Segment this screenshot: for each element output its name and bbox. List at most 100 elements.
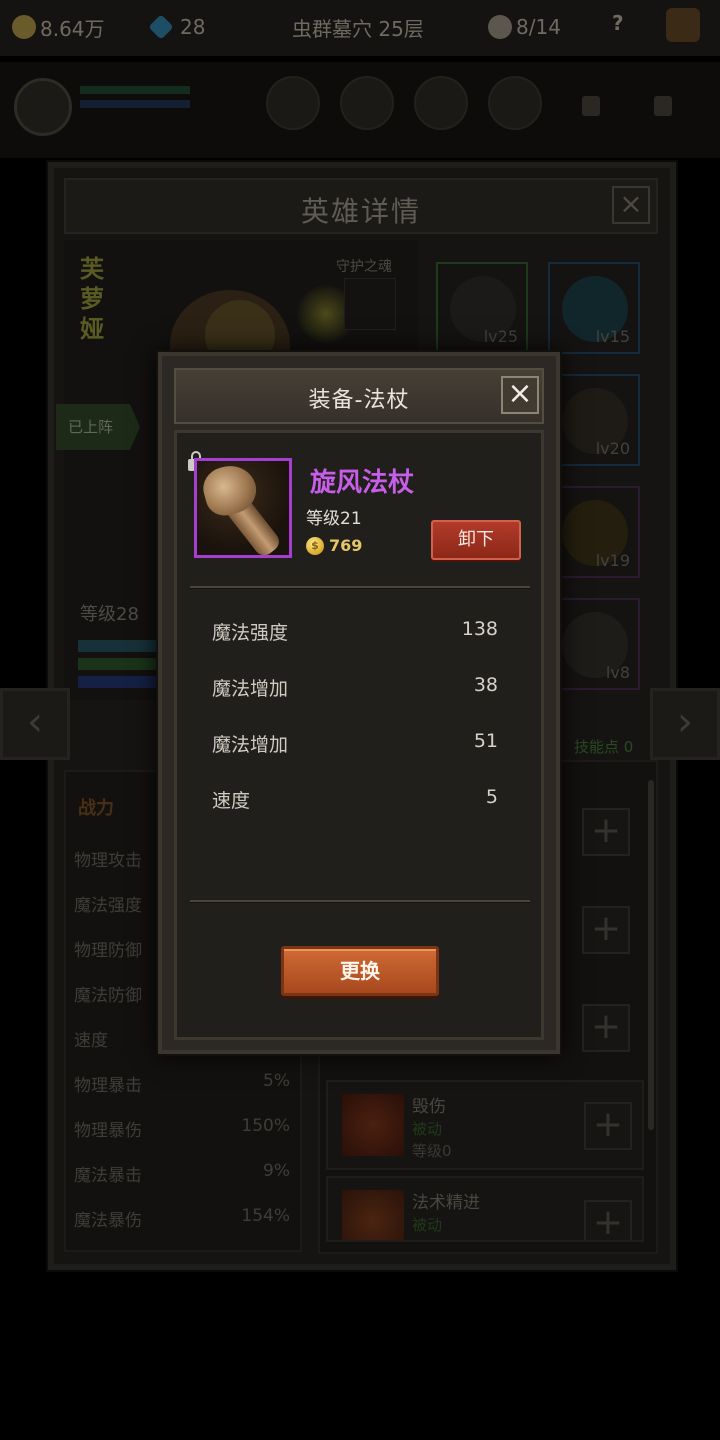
equip-slot-shield[interactable]: lv8 (548, 598, 640, 690)
item-price: 769 (329, 536, 363, 555)
prev-hero-button[interactable]: ‹ (0, 688, 70, 760)
next-hero-button[interactable]: › (650, 688, 720, 760)
skill-upgrade-button[interactable]: + (582, 1004, 630, 1052)
hero-detail-header: 英雄详情 (64, 178, 658, 234)
attribute-row: 魔法增加 51 (212, 730, 498, 757)
equip-level: lv19 (595, 551, 630, 570)
hero-level: 等级28 (80, 604, 139, 625)
stat-value: 150% (241, 1116, 290, 1136)
hero-detail-title: 英雄详情 (300, 195, 421, 228)
team-slot-3[interactable] (414, 76, 468, 130)
skill-item[interactable]: 法术精进 被动 + (326, 1176, 644, 1242)
attribute-row: 魔法增加 38 (212, 674, 498, 701)
equipment-modal-header: 装备-法杖 (174, 368, 544, 424)
equip-slot-ring[interactable]: lv19 (548, 486, 640, 578)
mp-bar (80, 100, 190, 108)
stat-label: 物理防御 (74, 941, 142, 961)
equip-slot-belt[interactable]: lv20 (548, 374, 640, 466)
damage-skill-icon (342, 1094, 404, 1156)
combat-power-label: 战力 (78, 798, 114, 819)
stat-label: 速度 (74, 1031, 108, 1051)
attribute-label: 魔法强度 (212, 622, 289, 644)
skull-count: 8/14 (516, 15, 561, 39)
spell-mastery-icon (342, 1190, 404, 1240)
skills-scrollbar[interactable] (648, 780, 654, 1130)
top-resource-bar: 8.64万 28 虫群墓穴 25层 8/14 ? (0, 0, 720, 56)
diamond-icon (148, 14, 174, 40)
skill-name: 法术精进 (412, 1193, 480, 1213)
skill-points: 技能点 0 (574, 738, 634, 756)
skill-type: 被动 (412, 1216, 443, 1234)
attribute-label: 魔法增加 (212, 678, 289, 700)
hero-bars (78, 640, 168, 694)
equip-level: lv8 (605, 663, 630, 682)
help-icon: ? (612, 11, 624, 35)
team-slot-4[interactable] (488, 76, 542, 130)
stat-value: 9% (263, 1161, 290, 1181)
stat-row: 魔法暴伤 154% (74, 1206, 290, 1231)
gold-amount: 8.64万 (40, 16, 105, 41)
attribute-value: 5 (485, 786, 498, 808)
coin-icon: $ (306, 537, 324, 555)
guardian-soul-label: 守护之魂 (336, 259, 392, 275)
equip-level: lv25 (483, 327, 518, 346)
hero-mp-bar (78, 676, 168, 688)
equip-slot-amulet[interactable]: lv15 (548, 262, 640, 354)
skull-counter: 8/14 (488, 12, 561, 42)
attribute-row: 魔法强度 138 (212, 618, 498, 645)
equipment-modal-title: 装备-法杖 (308, 388, 410, 413)
replace-button[interactable]: 更换 (281, 946, 439, 996)
equip-level: lv20 (595, 439, 630, 458)
stat-row: 魔法暴击 9% (74, 1161, 290, 1186)
deployed-badge: 已上阵 (56, 404, 140, 450)
menu-icon (666, 8, 700, 42)
attribute-value: 51 (473, 730, 498, 752)
divider (190, 586, 530, 589)
hero-exp-bar (78, 658, 168, 670)
item-level: 等级21 (306, 509, 362, 529)
attribute-value: 38 (473, 674, 498, 696)
gold-counter: 8.64万 (12, 12, 105, 42)
item-name: 旋风法杖 (310, 468, 415, 498)
gem-counter: 28 (148, 12, 206, 42)
settings-button[interactable] (666, 8, 704, 42)
equip-slot-helmet[interactable]: lv25 (436, 262, 528, 354)
hero-hp-bar (78, 640, 168, 652)
stat-label: 魔法暴击 (74, 1166, 142, 1186)
stat-label: 魔法暴伤 (74, 1211, 142, 1231)
skull-icon (488, 15, 512, 39)
stat-value: 5% (263, 1071, 290, 1091)
help-button[interactable]: ? (612, 8, 624, 38)
attribute-value: 138 (461, 618, 498, 640)
gold-coin-icon (12, 15, 36, 39)
attribute-label: 魔法增加 (212, 734, 289, 756)
skill-type: 被动 (412, 1120, 443, 1138)
stat-label: 魔法强度 (74, 896, 142, 916)
hero-name: 芙萝娅 (80, 255, 104, 343)
skill-upgrade-button[interactable]: + (582, 808, 630, 856)
skill-upgrade-button[interactable]: + (582, 906, 630, 954)
stat-row: 物理暴击 5% (74, 1071, 290, 1096)
stage-label: 虫群墓穴 25层 (292, 12, 424, 42)
attribute-label: 速度 (212, 790, 251, 812)
modal-close-button[interactable]: × (501, 376, 539, 414)
stat-row: 物理暴伤 150% (74, 1116, 290, 1141)
stat-label: 物理暴伤 (74, 1121, 142, 1141)
guardian-soul-slot[interactable] (344, 278, 396, 330)
lock-icon (582, 96, 600, 116)
skill-name: 毁伤 (412, 1097, 446, 1117)
deployed-label: 已上阵 (68, 418, 114, 436)
skill-item[interactable]: 毁伤 被动 等级0 + (326, 1080, 644, 1170)
skill-upgrade-button[interactable]: + (584, 1102, 632, 1150)
hp-bar (80, 86, 190, 94)
lock-icon (654, 96, 672, 116)
team-hero-avatar[interactable] (14, 78, 72, 136)
stat-label: 物理攻击 (74, 851, 142, 871)
team-slot-1[interactable] (266, 76, 320, 130)
team-slot-2[interactable] (340, 76, 394, 130)
skill-upgrade-button[interactable]: + (584, 1200, 632, 1240)
gem-amount: 28 (180, 15, 206, 39)
hero-close-button[interactable]: × (612, 186, 650, 224)
stage-text: 虫群墓穴 25层 (292, 16, 424, 41)
unequip-button[interactable]: 卸下 (431, 520, 521, 560)
